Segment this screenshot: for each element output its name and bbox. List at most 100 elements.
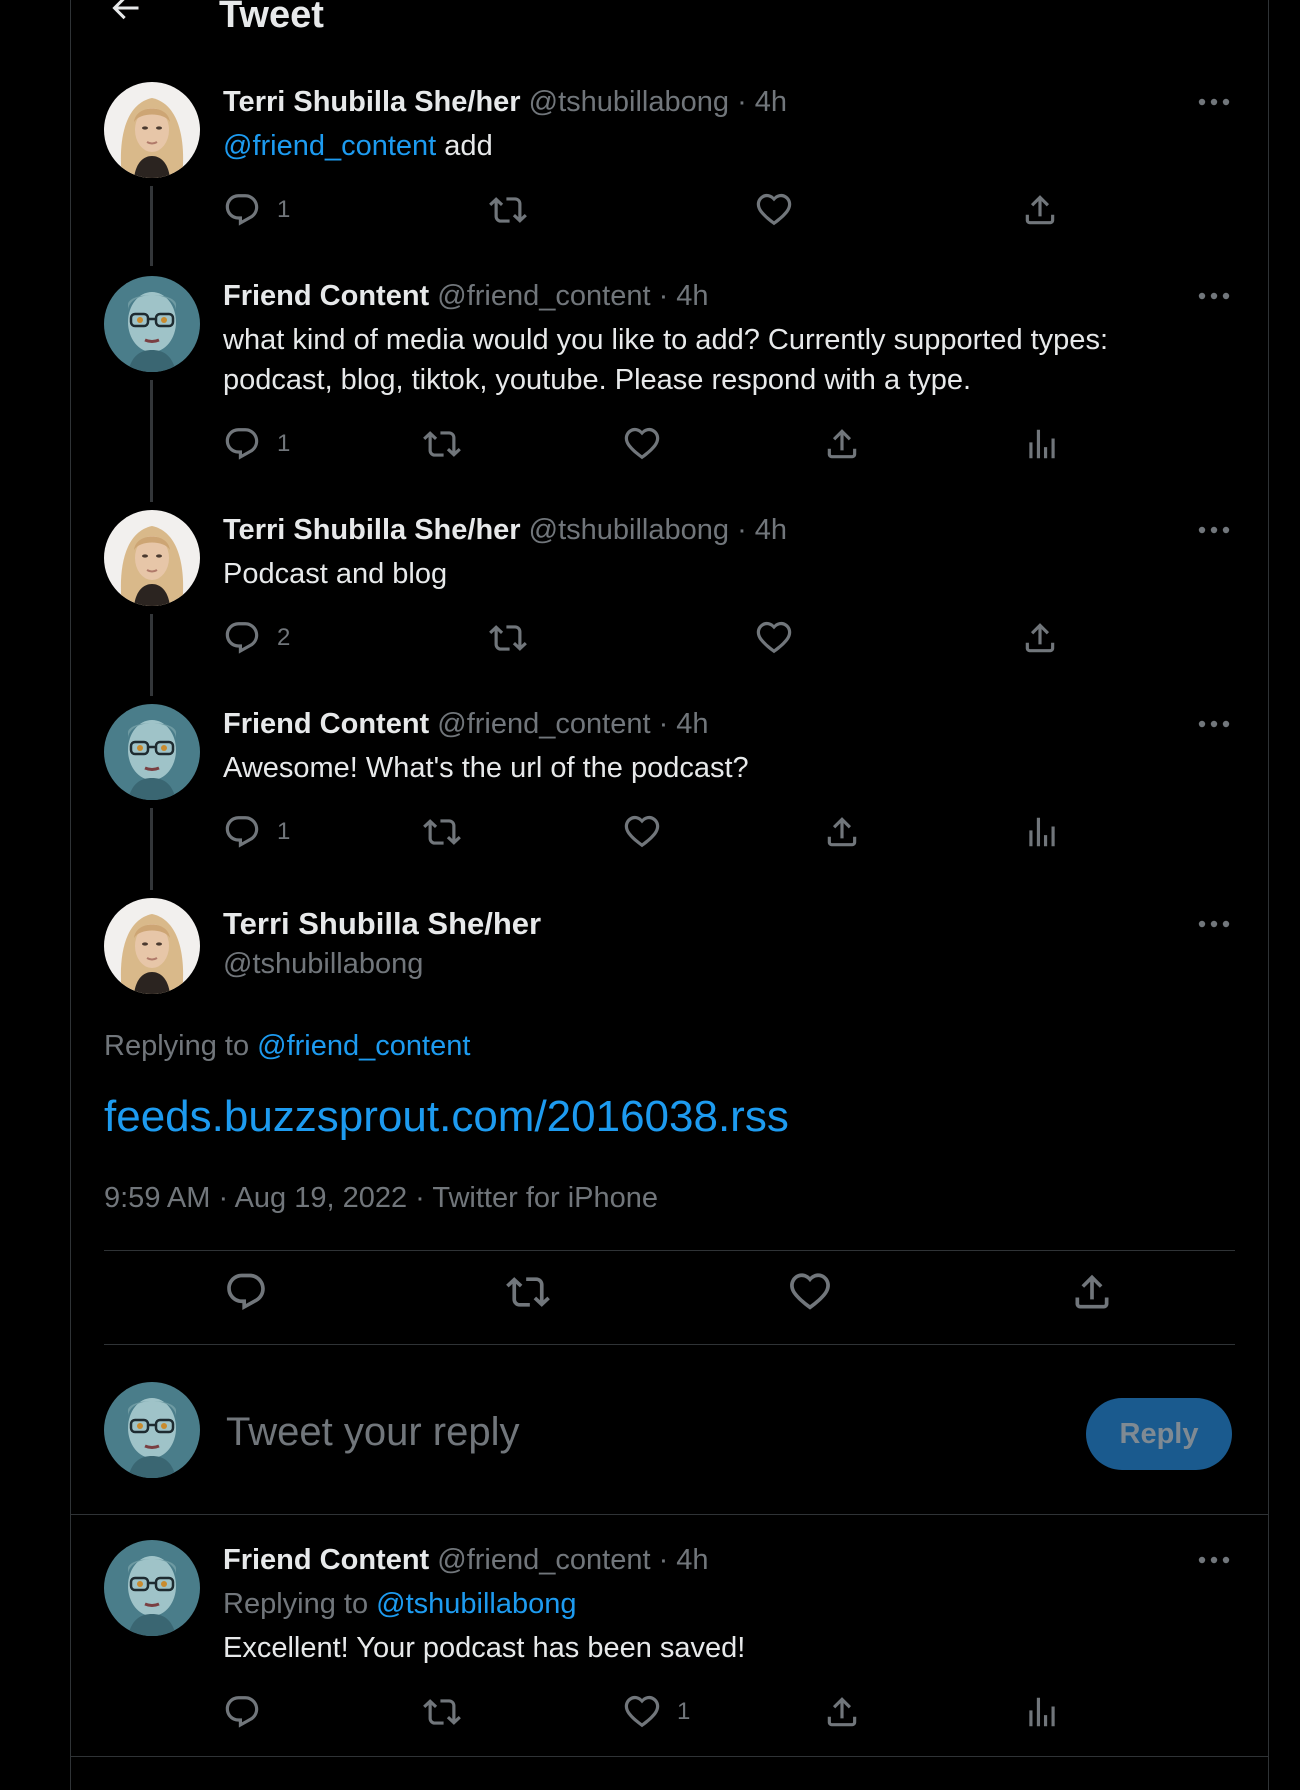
timestamp[interactable]: 4h <box>755 514 787 546</box>
separator: · <box>737 514 755 546</box>
more-icon[interactable] <box>1194 1550 1234 1570</box>
share-button[interactable] <box>823 424 861 464</box>
replying-prefix: Replying to <box>104 1030 258 1062</box>
separator: · <box>658 708 677 740</box>
tweet-link[interactable]: feeds.buzzsprout.com/2016038.rss <box>104 1092 789 1142</box>
share-button[interactable] <box>1021 190 1059 230</box>
author-handle[interactable]: @tshubillabong <box>223 948 423 981</box>
share-icon <box>823 813 861 851</box>
replying-prefix: Replying to <box>223 1588 377 1620</box>
reply-button[interactable]: 1 <box>223 812 290 852</box>
author-name[interactable]: Friend Content <box>223 708 429 740</box>
more-icon[interactable] <box>1194 92 1234 112</box>
share-icon <box>1021 619 1059 657</box>
reply-button[interactable]: 1 <box>223 190 290 230</box>
retweet-button[interactable] <box>489 190 527 230</box>
analytics-button[interactable] <box>1023 424 1061 464</box>
author-name[interactable]: Friend Content <box>223 280 429 312</box>
timestamp[interactable]: 4h <box>676 708 708 740</box>
mention-link[interactable]: @friend_content <box>257 1030 470 1062</box>
retweet-icon <box>423 813 461 851</box>
reply-count: 2 <box>277 624 291 651</box>
share-icon <box>1021 191 1059 229</box>
reply-icon <box>223 191 261 229</box>
timestamp[interactable]: 4h <box>676 1544 708 1576</box>
timestamp[interactable]: 4h <box>676 280 708 312</box>
divider <box>104 1344 1235 1345</box>
retweet-icon <box>423 1693 461 1731</box>
share-button[interactable] <box>823 1692 861 1732</box>
reply-submit-button[interactable]: Reply <box>1086 1398 1232 1470</box>
like-icon <box>623 1693 661 1731</box>
action-bar: 1 <box>223 424 1143 464</box>
like-button[interactable] <box>755 618 793 658</box>
tweet-text: what kind of media would you like to add… <box>223 324 1108 396</box>
author-name[interactable]: Terri Shubilla She/her <box>223 906 541 942</box>
like-icon <box>755 619 793 657</box>
reply-input[interactable]: Tweet your reply <box>226 1410 519 1455</box>
reply-button[interactable] <box>224 1272 268 1312</box>
avatar[interactable] <box>104 82 200 178</box>
author-handle[interactable]: @tshubillabong <box>529 86 729 118</box>
avatar[interactable] <box>104 1540 200 1636</box>
analytics-button[interactable] <box>1023 1692 1061 1732</box>
like-button[interactable] <box>755 190 793 230</box>
separator: · <box>737 86 755 118</box>
reply-button[interactable]: 1 <box>223 424 290 464</box>
more-icon[interactable] <box>1194 286 1234 306</box>
divider <box>104 1250 1235 1251</box>
main-action-bar <box>104 1272 1235 1322</box>
retweet-button[interactable] <box>506 1272 550 1312</box>
reply-button[interactable] <box>223 1692 261 1732</box>
more-icon[interactable] <box>1194 520 1234 540</box>
share-icon <box>823 1693 861 1731</box>
divider <box>71 1756 1268 1757</box>
retweet-button[interactable] <box>423 812 461 852</box>
retweet-button[interactable] <box>423 1692 461 1732</box>
analytics-button[interactable] <box>1023 812 1061 852</box>
mention-link[interactable]: @friend_content <box>223 130 436 162</box>
like-button[interactable] <box>623 424 661 464</box>
avatar[interactable] <box>104 704 200 800</box>
reply-count: 1 <box>277 818 291 845</box>
author-name[interactable]: Terri Shubilla She/her <box>223 86 521 118</box>
share-button[interactable] <box>1021 618 1059 658</box>
more-icon[interactable] <box>1194 714 1234 734</box>
like-button[interactable] <box>788 1272 832 1312</box>
like-button[interactable] <box>623 812 661 852</box>
author-handle[interactable]: @friend_content <box>437 708 650 740</box>
action-bar: 1 <box>223 190 1143 230</box>
tweet-thread-column: Tweet Terri Shubilla She/her @tshubillab… <box>70 0 1269 1790</box>
tweet-timestamp[interactable]: 9:59 AM · Aug 19, 2022 · Twitter for iPh… <box>104 1182 658 1215</box>
like-button[interactable]: 1 <box>623 1692 690 1732</box>
avatar[interactable] <box>104 898 200 994</box>
author-handle[interactable]: @friend_content <box>437 280 650 312</box>
reply-icon <box>223 619 261 657</box>
action-bar: 1 <box>223 812 1143 852</box>
share-button[interactable] <box>1070 1272 1114 1312</box>
retweet-button[interactable] <box>489 618 527 658</box>
mention-link[interactable]: @tshubillabong <box>376 1588 576 1620</box>
header: Tweet <box>71 0 1268 36</box>
tweet-text: Awesome! What's the url of the podcast? <box>223 752 749 784</box>
more-icon[interactable] <box>1194 914 1234 934</box>
separator: · <box>658 1544 677 1576</box>
author-name[interactable]: Friend Content <box>223 1544 429 1576</box>
avatar[interactable] <box>104 276 200 372</box>
reply-icon <box>223 813 261 851</box>
author-handle[interactable]: @tshubillabong <box>529 514 729 546</box>
tweet-text: @friend_content add <box>223 126 1168 166</box>
share-button[interactable] <box>823 812 861 852</box>
retweet-icon <box>423 425 461 463</box>
reply-count: 1 <box>277 430 291 457</box>
reply-button[interactable]: 2 <box>223 618 290 658</box>
author-name[interactable]: Terri Shubilla She/her <box>223 514 521 546</box>
tweet-text-body: add <box>436 130 493 162</box>
author-handle[interactable]: @friend_content <box>437 1544 650 1576</box>
retweet-button[interactable] <box>423 424 461 464</box>
avatar[interactable] <box>104 510 200 606</box>
replying-to: Replying to @friend_content <box>104 1030 470 1063</box>
back-arrow-icon[interactable] <box>107 0 143 26</box>
timestamp[interactable]: 4h <box>755 86 787 118</box>
reply-icon <box>223 425 261 463</box>
